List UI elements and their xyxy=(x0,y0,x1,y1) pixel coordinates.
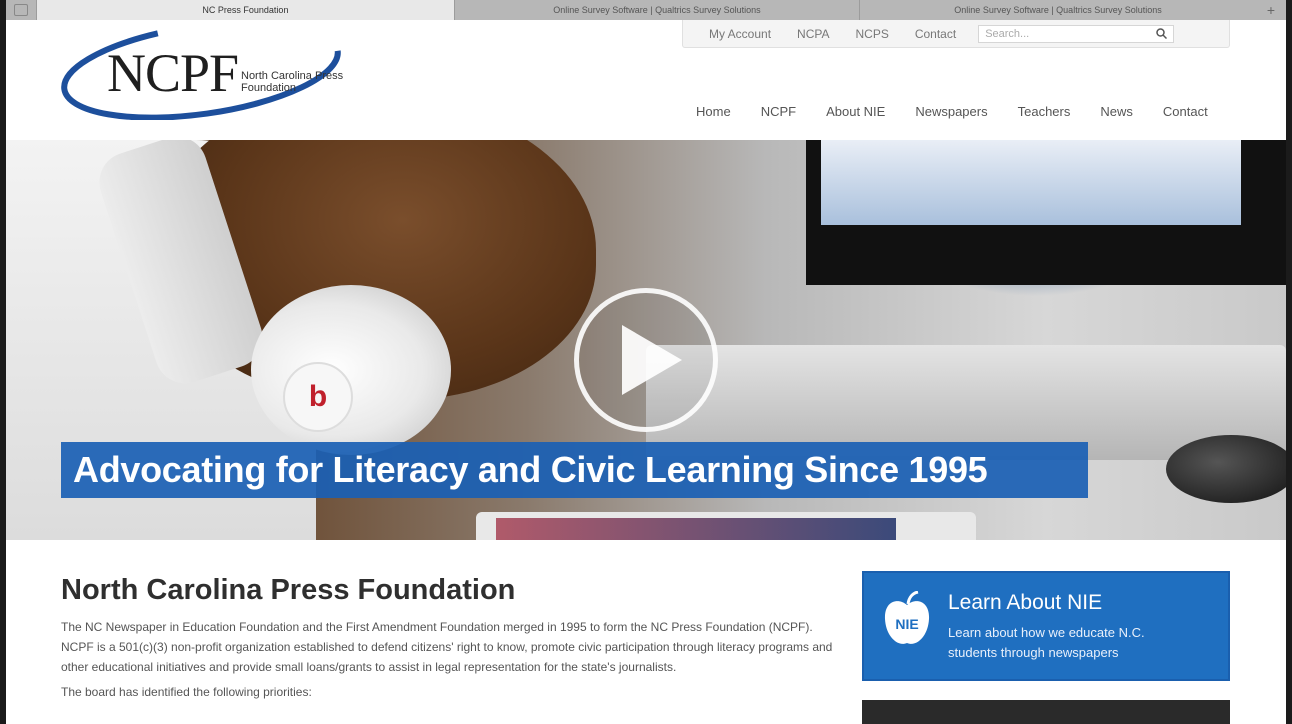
utility-link-ncps[interactable]: NCPS xyxy=(855,27,888,41)
close-icon xyxy=(13,4,28,16)
hero-photo-mouse xyxy=(1166,435,1286,503)
play-icon xyxy=(622,325,682,395)
nav-newspapers[interactable]: Newspapers xyxy=(915,104,987,119)
nie-icon-text: NIE xyxy=(895,616,918,632)
hero-photo-tablet-screen xyxy=(496,518,896,540)
search-input[interactable]: Search... xyxy=(978,24,1175,43)
search-placeholder: Search... xyxy=(985,27,1030,40)
main-nav: Home NCPF About NIE Newspapers Teachers … xyxy=(666,104,1208,119)
nie-card-description: Learn about how we educate N.C. students… xyxy=(948,625,1145,660)
play-button[interactable] xyxy=(574,288,718,432)
browser-tab[interactable]: Online Survey Software | Qualtrics Surve… xyxy=(858,0,1256,20)
hero-banner-text: Advocating for Literacy and Civic Learni… xyxy=(73,449,988,490)
nav-news[interactable]: News xyxy=(1100,104,1133,119)
site-header: NCPF North Carolina Press Foundation My … xyxy=(6,20,1286,140)
hero-video[interactable]: b Advocating for Literacy and Civic Lear… xyxy=(6,140,1286,540)
browser-tab[interactable]: Online Survey Software | Qualtrics Surve… xyxy=(453,0,859,20)
page-title: North Carolina Press Foundation xyxy=(61,574,516,606)
logo-wordmark: NCPF xyxy=(107,43,239,103)
utility-bar: My Account NCPA NCPS Contact Search... xyxy=(682,20,1230,48)
utility-link-contact[interactable]: Contact xyxy=(915,27,956,41)
headphone-logo: b xyxy=(283,362,353,432)
nav-ncpf[interactable]: NCPF xyxy=(761,104,796,119)
new-tab-button[interactable]: + xyxy=(1256,0,1286,20)
main-content: North Carolina Press Foundation The NC N… xyxy=(61,574,836,699)
apple-nie-icon: NIE xyxy=(884,591,930,644)
hero-photo-headphone xyxy=(251,285,451,455)
priorities-intro: The board has identified the following p… xyxy=(61,685,312,699)
browser-tab-bar: NC Press Foundation Online Survey Softwa… xyxy=(6,0,1286,20)
nav-home[interactable]: Home xyxy=(696,104,731,119)
nav-contact[interactable]: Contact xyxy=(1163,104,1208,119)
logo-subtitle: North Carolina Press Foundation xyxy=(241,70,344,94)
utility-link-my-account[interactable]: My Account xyxy=(709,27,771,41)
intro-paragraph: The NC Newspaper in Education Foundation… xyxy=(61,620,833,674)
sidebar-dark-card[interactable] xyxy=(862,700,1230,724)
hero-banner: Advocating for Literacy and Civic Learni… xyxy=(61,442,1088,498)
site-logo[interactable]: NCPF North Carolina Press Foundation xyxy=(61,20,361,120)
nie-card-title: Learn About NIE xyxy=(948,591,1103,614)
tab-close-button[interactable] xyxy=(6,0,36,20)
plus-icon: + xyxy=(1266,2,1276,18)
nav-teachers[interactable]: Teachers xyxy=(1018,104,1071,119)
learn-about-nie-card[interactable]: NIE Learn About NIE Learn about how we e… xyxy=(862,571,1230,681)
nav-about-nie[interactable]: About NIE xyxy=(826,104,885,119)
utility-link-ncpa[interactable]: NCPA xyxy=(797,27,829,41)
hero-photo-screen xyxy=(821,140,1241,225)
browser-tab[interactable]: NC Press Foundation xyxy=(35,0,454,20)
search-icon[interactable] xyxy=(1156,28,1168,39)
web-page: NCPF North Carolina Press Foundation My … xyxy=(6,20,1286,724)
